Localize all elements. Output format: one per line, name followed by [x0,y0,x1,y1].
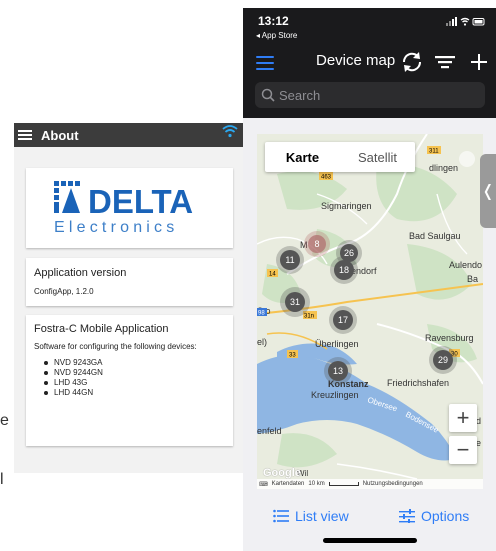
list-icon [273,509,289,523]
zoom-in-button[interactable]: + [449,404,477,432]
cluster-count: 17 [338,315,348,325]
list-view-button[interactable]: List view [273,508,349,524]
cluster-marker[interactable]: 8 [304,231,330,257]
shield-31n: 31n [304,314,314,320]
map-type-karte[interactable]: Karte [265,142,340,172]
refresh-icon[interactable] [400,50,424,74]
shield-98: 98 [258,311,265,317]
label-enfeld: enfeld [257,426,282,436]
logo-subtitle: Electronics [54,219,178,236]
keyboard-icon[interactable]: ⌨ [259,481,268,488]
label-friedrichshafen: Friedrichshafen [387,378,449,388]
logo-card: DELTA Electronics [26,168,233,248]
search-bar[interactable] [255,82,485,108]
application-heading: Fostra-C Mobile Application [34,323,169,335]
options-button[interactable]: Options [399,508,469,524]
device-list-item: LHD 43G [44,378,225,388]
about-app-bar: About [14,123,243,147]
cluster-marker[interactable]: 18 [330,256,358,284]
device-list-item: LHD 44GN [44,388,225,398]
label-aulendorf: Aulendo [449,260,482,270]
search-icon [261,88,275,102]
cluster-count: 11 [285,255,294,265]
map-view[interactable]: Sigmaringen Bad Saulgau M endorf Aulendo… [257,134,483,489]
device-map-screen: 13:12 ◂ App Store Device map Search Sigm… [243,8,496,551]
page-title: Device map [316,52,396,69]
version-value: ConfigApp, 1.2.0 [34,287,94,296]
logo-wordmark: DELTA [88,183,193,220]
zoom-out-button[interactable]: − [449,436,477,464]
application-card: Fostra-C Mobile Application Software for… [26,315,233,446]
device-list-item: NVD 9243GA [44,358,225,368]
add-icon[interactable] [469,50,489,74]
shield-463: 463 [321,175,332,181]
cluster-marker[interactable]: 31 [280,287,310,317]
label-bad-saulgau: Bad Saulgau [409,231,461,241]
home-indicator[interactable] [323,538,417,543]
cluster-marker[interactable]: 17 [329,306,357,334]
label-ba: Ba [467,274,478,284]
label-uberlingen: Überlingen [315,339,359,349]
status-time: 13:12 [258,14,289,28]
about-title: About [41,127,79,143]
search-input[interactable] [279,87,469,103]
stray-text-2: l [0,471,4,488]
about-screen: About DELTA Electronics Application vers… [14,123,243,473]
map-type-toggle[interactable]: Karte Satellit [265,142,415,172]
filter-icon[interactable] [434,50,456,74]
shield-311: 311 [429,149,439,155]
cluster-count: 29 [438,355,448,365]
map-type-satellit[interactable]: Satellit [340,142,415,172]
device-list: NVD 9243GA NVD 9244GN LHD 43G LHD 44GN [34,358,225,398]
status-icons [446,17,485,26]
back-to-app-store-link[interactable]: ◂ App Store [256,31,297,40]
map-attribution: ⌨ Kartendaten 10 km Nutzungsbedingungen [257,479,483,489]
wifi-icon [222,125,238,138]
cluster-count: 8 [314,239,319,249]
map-data-label: Kartendaten [271,481,305,487]
label-tuttlingen: dlingen [429,163,458,173]
shield-14: 14 [269,272,276,278]
label-ravensburg: Ravensburg [425,333,474,343]
device-list-item: NVD 9244GN [44,368,225,378]
label-sigmaringen: Sigmaringen [321,201,372,211]
stray-text-1: e [0,412,9,429]
cluster-count: 18 [339,265,349,275]
delta-logo: DELTA Electronics [53,181,193,236]
cluster-count: 31 [290,297,300,307]
menu-icon[interactable] [18,130,32,140]
scale-bar [328,482,359,486]
scale-label: 10 km [308,481,325,487]
bottom-toolbar: List view Options [243,502,496,532]
cluster-marker[interactable]: 11 [276,246,304,274]
label-kreuzlingen: Kreuzlingen [311,390,359,400]
drawer-handle-chevron-left-icon[interactable]: ❬ [480,154,496,228]
compass-icon[interactable] [459,151,475,167]
list-view-label: List view [295,508,349,524]
application-description: Software for configuring the following d… [34,342,197,351]
hamburger-menu-icon[interactable] [256,56,274,70]
cluster-marker[interactable]: 13 [324,357,352,385]
navigation-bar: 13:12 ◂ App Store Device map [243,8,496,118]
shield-33: 33 [289,353,296,359]
sliders-icon [399,509,415,523]
version-heading: Application version [34,267,127,279]
screenshot-composite: e l About DELTA Electronics Application … [0,0,496,551]
options-label: Options [421,508,470,524]
cluster-marker[interactable]: 29 [429,346,457,374]
google-logo: Google [263,467,301,479]
cluster-count: 13 [333,366,343,376]
label-el: el) [257,337,267,347]
version-card: Application version ConfigApp, 1.2.0 [26,258,233,306]
terms-link[interactable]: Nutzungsbedingungen [363,481,423,487]
